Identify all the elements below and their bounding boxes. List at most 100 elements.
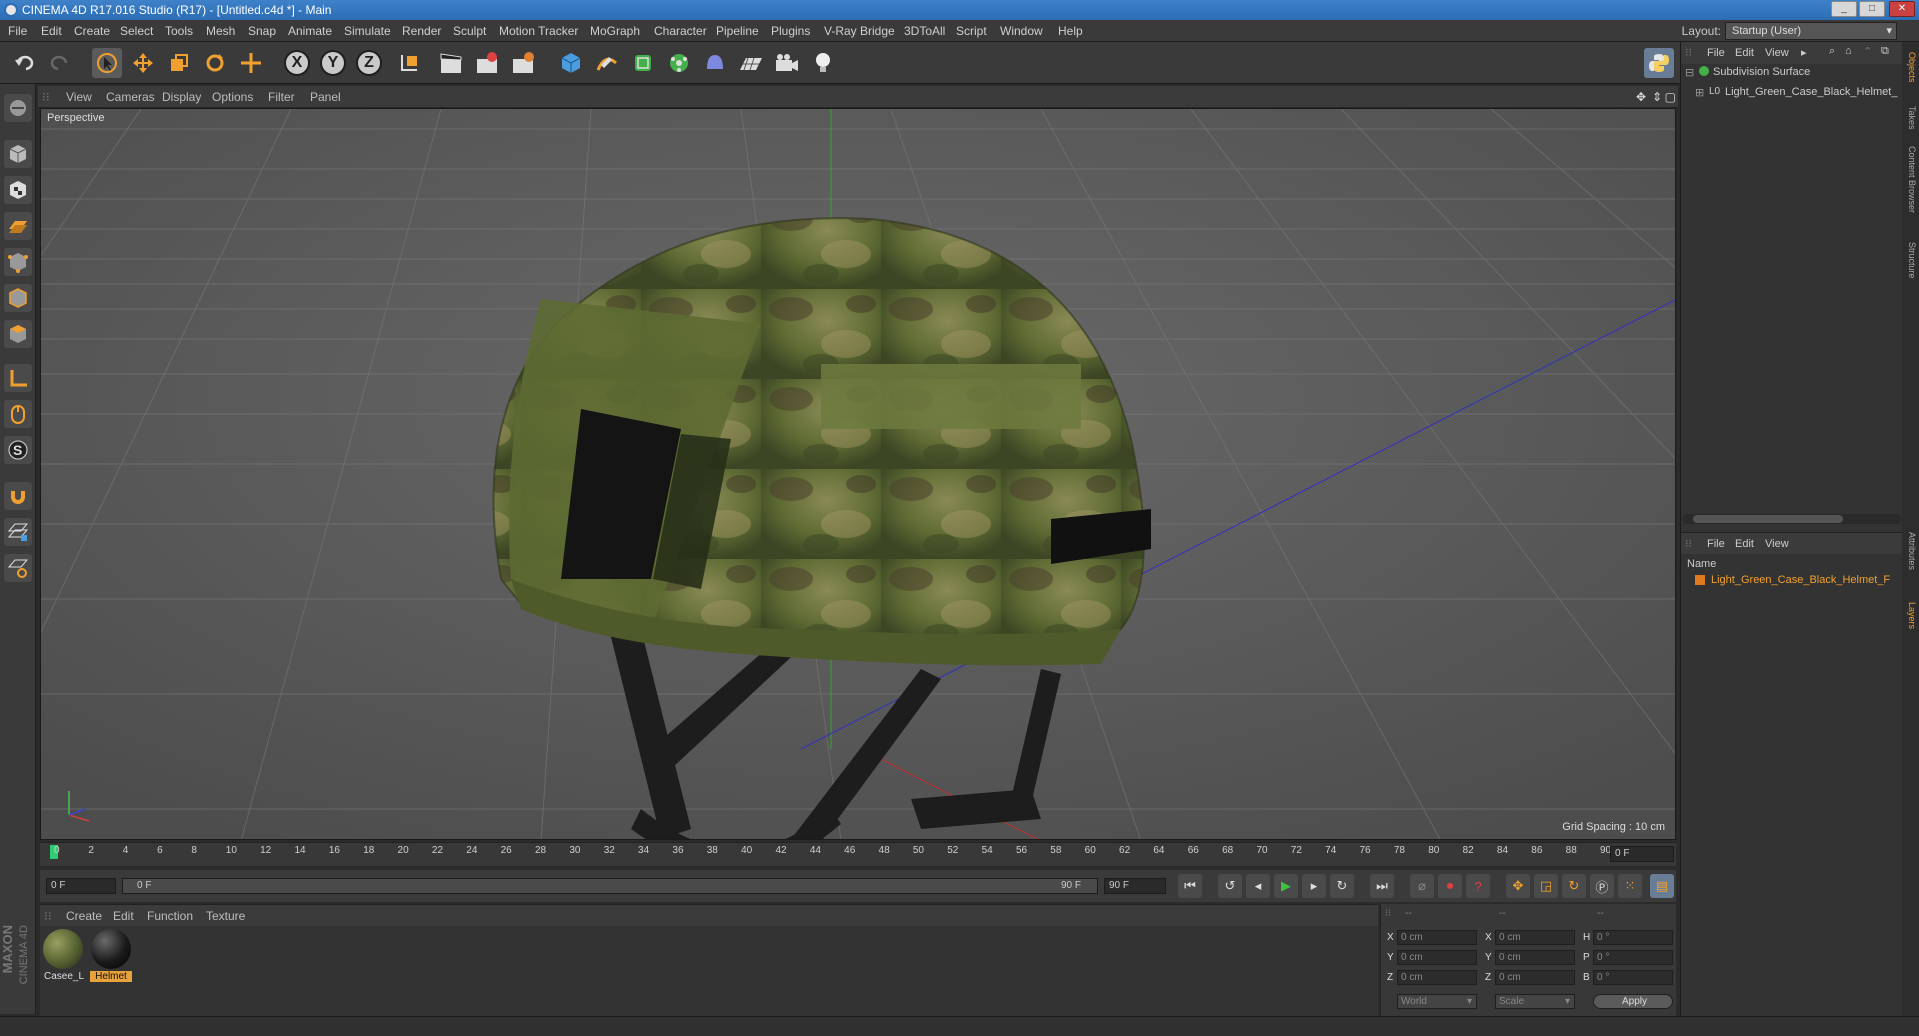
scrollbar-thumb[interactable] [1693,515,1843,523]
key-pla-button[interactable]: ⁙ [1618,874,1642,898]
viewport-menu-cameras[interactable]: Cameras [106,90,155,104]
play-button[interactable]: ▶ [1274,874,1298,898]
timeline-ruler[interactable]: 0 2 4 6 8 10 12 14 16 18 20 22 24 26 28 30 32 34 36 38 40 42 4… [40,842,1676,866]
menu-help[interactable]: Help [1058,24,1083,38]
next-key-button[interactable]: ↻ [1330,874,1354,898]
cube-object-button[interactable] [556,48,586,78]
object-tree-item[interactable]: ⊞ L0 Light_Green_Case_Black_Helmet_ [1681,84,1903,102]
menu-edit[interactable]: Edit [41,24,62,38]
object-tree-item[interactable]: ⊟ Subdivision Surface [1681,64,1903,82]
undo-button[interactable] [10,48,40,78]
model-mode-button[interactable] [4,140,32,168]
z-axis-lock-button[interactable]: Z [356,50,382,76]
expand-icon[interactable]: ⊞ [1695,86,1704,99]
size-x-field[interactable]: 0 cm [1495,930,1575,945]
rot-p-field[interactable]: 0 ° [1593,950,1673,965]
layer-item[interactable]: Light_Green_Case_Black_Helmet_F [1681,572,1903,590]
light-button[interactable] [808,48,838,78]
floor-button[interactable] [736,48,766,78]
drag-handle-icon[interactable]: ⁝⁝ [1685,537,1692,550]
keyframe-selection-button[interactable]: ? [1466,874,1490,898]
menu-plugins[interactable]: Plugins [771,24,810,38]
tab-attributes[interactable]: Attributes [1904,532,1917,570]
scale-button[interactable] [164,48,194,78]
locked-workplane-button[interactable] [4,518,32,546]
menu-snap[interactable]: Snap [248,24,276,38]
menu-window[interactable]: Window [1000,24,1043,38]
collapse-icon[interactable]: ⊟ [1685,66,1694,79]
previous-frame-button[interactable]: ◂ [1246,874,1270,898]
live-selection-button[interactable] [92,48,122,78]
python-button[interactable] [1644,48,1674,78]
menu-select[interactable]: Select [120,24,153,38]
drag-handle-icon[interactable]: ⁝⁝ [1385,908,1391,919]
viewport-menu-display[interactable]: Display [162,90,201,104]
size-y-field[interactable]: 0 cm [1495,950,1575,965]
rot-b-field[interactable]: 0 ° [1593,970,1673,985]
menu-3dtoall[interactable]: 3DToAll [904,24,945,38]
record-keys-button[interactable]: ⌀ [1410,874,1434,898]
camera-button[interactable] [772,48,802,78]
workplane-mode-button[interactable] [4,212,32,240]
objects-menu-view[interactable]: View [1765,47,1789,59]
drag-handle-icon[interactable]: ⁝⁝ [44,909,52,923]
render-picture-viewer-button[interactable] [472,48,502,78]
viewport-menu-options[interactable]: Options [212,90,253,104]
viewport-menu-panel[interactable]: Panel [310,90,341,104]
coordinate-mode-select[interactable]: World ▾ [1397,994,1477,1009]
menu-mesh[interactable]: Mesh [206,24,235,38]
layers-menu-edit[interactable]: Edit [1735,538,1754,550]
up-arrow-icon[interactable]: ⌃ [1863,45,1872,58]
new-window-icon[interactable]: ⧉ [1881,45,1889,58]
layers-menu-file[interactable]: File [1707,538,1725,550]
redo-button[interactable] [44,48,74,78]
menu-file[interactable]: File [8,24,27,38]
key-parameter-button[interactable]: Ⓟ [1590,874,1614,898]
viewport-menu-view[interactable]: View [66,90,92,104]
home-icon[interactable]: ⌂ [1845,45,1852,57]
key-rotation-button[interactable]: ↻ [1562,874,1586,898]
viewport-menu-filter[interactable]: Filter [268,90,295,104]
previous-key-button[interactable]: ↺ [1218,874,1242,898]
layers-menu-view[interactable]: View [1765,538,1789,550]
start-frame-field[interactable]: 0 F [46,878,116,894]
render-view-button[interactable] [436,48,466,78]
axis-mode-button[interactable] [4,364,32,392]
autokey-button[interactable]: ⏺ [1438,874,1462,898]
objects-menu-file[interactable]: File [1707,47,1725,59]
menu-mograph[interactable]: MoGraph [590,24,640,38]
maximize-view-icon[interactable]: ▢ [1665,90,1676,104]
material-menu-texture[interactable]: Texture [206,909,245,923]
tab-structure[interactable]: Structure [1904,242,1917,279]
menu-character[interactable]: Character [654,24,707,38]
cloner-button[interactable] [664,48,694,78]
magnet-button[interactable] [4,482,32,510]
pan-move-icon[interactable]: ✥ [1636,90,1646,104]
render-settings-button[interactable] [508,48,538,78]
close-button[interactable]: ✕ [1889,1,1915,17]
layout-select[interactable]: Startup (User) ▾ [1725,22,1897,40]
spline-pen-button[interactable] [592,48,622,78]
menu-tools[interactable]: Tools [165,24,193,38]
menu-animate[interactable]: Animate [288,24,332,38]
menu-create[interactable]: Create [74,24,110,38]
tweak-mode-button[interactable] [4,400,32,428]
material-menu-function[interactable]: Function [147,909,193,923]
next-frame-button[interactable]: ▸ [1302,874,1326,898]
end-frame-field[interactable]: 90 F [1104,878,1166,894]
size-mode-select[interactable]: Scale ▾ [1495,994,1575,1009]
menu-pipeline[interactable]: Pipeline [716,24,759,38]
pos-z-field[interactable]: 0 cm [1397,970,1477,985]
y-axis-lock-button[interactable]: Y [320,50,346,76]
menu-script[interactable]: Script [956,24,987,38]
apply-button[interactable]: Apply [1593,994,1673,1009]
zoom-icon[interactable]: ⇕ [1652,90,1662,104]
material-swatch-selected[interactable]: Helmet [90,929,132,985]
menu-motion-tracker[interactable]: Motion Tracker [499,24,578,38]
menu-sculpt[interactable]: Sculpt [453,24,486,38]
drag-handle-icon[interactable]: ⁝⁝ [42,90,50,104]
texture-mode-button[interactable] [4,176,32,204]
pos-x-field[interactable]: 0 cm [1397,930,1477,945]
tab-objects[interactable]: Objects [1904,52,1917,83]
range-slider[interactable]: 0 F 90 F [122,878,1098,894]
